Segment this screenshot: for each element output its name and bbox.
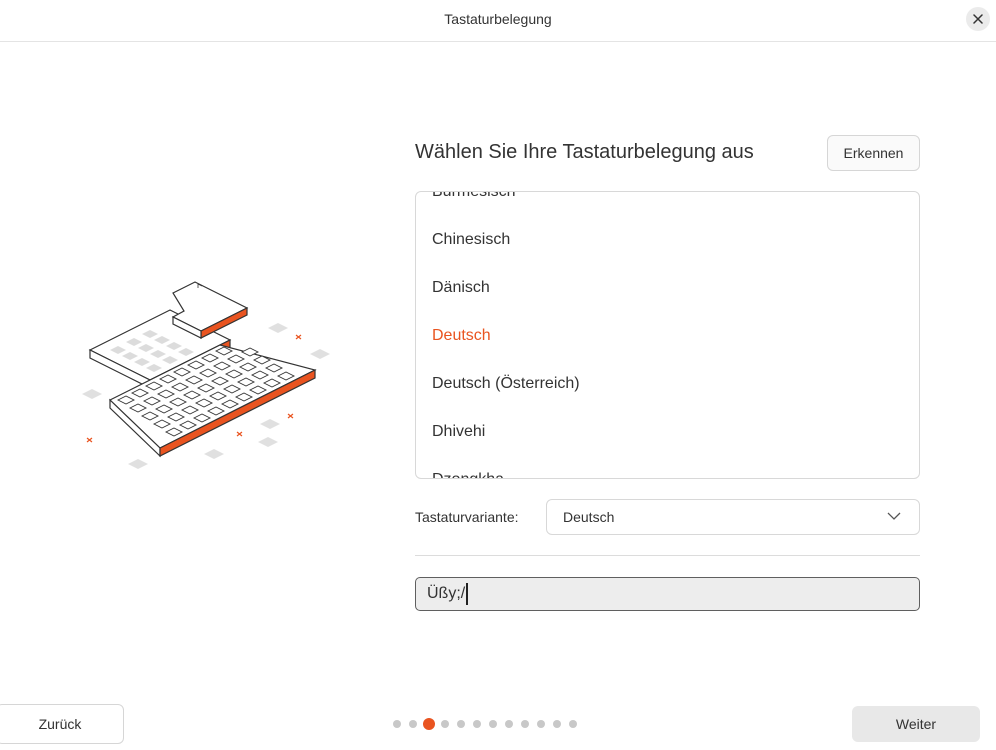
page-heading: Wählen Sie Ihre Tastaturbelegung aus [415, 141, 754, 163]
divider [415, 555, 920, 556]
list-item-selected[interactable]: Deutsch [416, 312, 919, 360]
list-item[interactable]: Chinesisch [416, 216, 919, 264]
progress-dot [521, 720, 529, 728]
list-item[interactable]: Dzongkha [416, 456, 919, 478]
progress-dot [537, 720, 545, 728]
progress-dot [409, 720, 417, 728]
detect-layout-button[interactable]: Erkennen [827, 135, 920, 171]
keyboard-test-input[interactable]: Üßy;/ [415, 577, 920, 611]
variant-label: Tastaturvariante: [415, 509, 519, 525]
progress-dot [505, 720, 513, 728]
progress-dot [457, 720, 465, 728]
keyboard-illustration [82, 281, 330, 469]
list-item[interactable]: Dänisch [416, 264, 919, 312]
progress-dot [393, 720, 401, 728]
list-item[interactable]: Burmesisch [416, 192, 919, 216]
title-bar: Tastaturbelegung [0, 0, 996, 42]
progress-dot [441, 720, 449, 728]
close-button[interactable] [966, 7, 990, 31]
variant-dropdown[interactable]: Deutsch [546, 499, 920, 535]
window-title: Tastaturbelegung [444, 11, 552, 27]
variant-value: Deutsch [563, 509, 615, 525]
progress-dot [569, 720, 577, 728]
progress-dot [553, 720, 561, 728]
close-icon [973, 14, 983, 24]
text-caret [466, 583, 469, 605]
progress-dots [393, 717, 585, 731]
list-item[interactable]: Dhivehi [416, 408, 919, 456]
list-item[interactable]: Deutsch (Österreich) [416, 360, 919, 408]
next-button[interactable]: Weiter [852, 706, 980, 742]
progress-dot-current [423, 718, 435, 730]
progress-dot [473, 720, 481, 728]
language-list[interactable]: Burmesisch Chinesisch Dänisch Deutsch De… [415, 191, 920, 479]
chevron-down-icon [887, 512, 901, 520]
back-button[interactable]: Zurück [0, 704, 124, 744]
test-input-value: Üßy;/ [427, 585, 466, 602]
progress-dot [489, 720, 497, 728]
